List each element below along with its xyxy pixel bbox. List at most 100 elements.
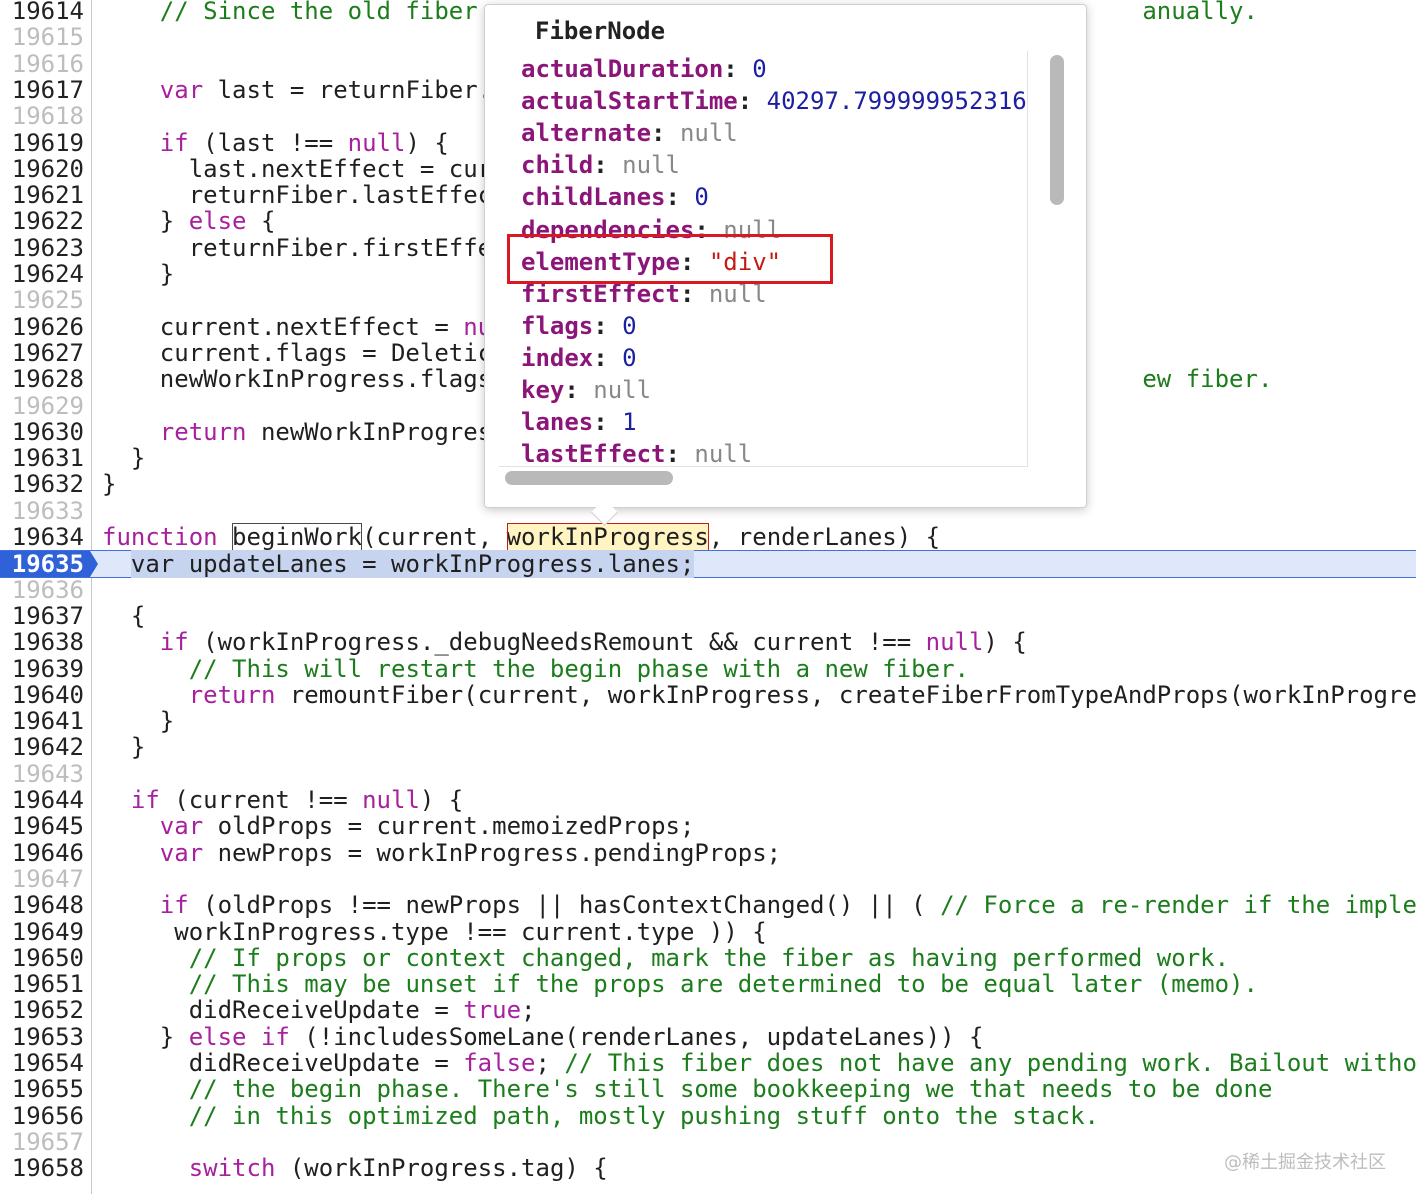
line-number[interactable]: 19631	[0, 445, 84, 471]
line-number[interactable]: 19641	[0, 708, 84, 734]
line-number[interactable]: 19638	[0, 629, 84, 655]
property-row[interactable]: actualStartTime: 40297.799999952316	[521, 87, 1027, 115]
line-number[interactable]: 19614	[0, 0, 84, 24]
line-number[interactable]: 19616	[0, 51, 84, 77]
line-number[interactable]: 19643	[0, 761, 84, 787]
code-text: }	[102, 734, 145, 760]
property-row[interactable]: lastEffect: null	[521, 440, 752, 467]
code-token: }	[102, 470, 117, 499]
property-row[interactable]: key: null	[521, 376, 651, 404]
line-number[interactable]: 19620	[0, 156, 84, 182]
line-number[interactable]: 19645	[0, 813, 84, 839]
code-text: current.nextEffect = nu	[102, 314, 492, 340]
line-number[interactable]: 19636	[0, 577, 84, 603]
line-number[interactable]: 19649	[0, 919, 84, 945]
line-number[interactable]: 19628	[0, 366, 84, 392]
line-number[interactable]: 19637	[0, 603, 84, 629]
line-number[interactable]: 19624	[0, 261, 84, 287]
code-line: 19638 if (workInProgress._debugNeedsRemo…	[0, 629, 1416, 655]
code-token: remountFiber(current, workInProgress, cr…	[275, 680, 1416, 709]
object-preview-popover[interactable]: FiberNode actualDuration: 0 actualStartTi…	[484, 4, 1087, 526]
line-number[interactable]: 19650	[0, 945, 84, 971]
property-value: 0	[622, 343, 637, 372]
line-number[interactable]: 19622	[0, 208, 84, 234]
comment-token: anually.	[1142, 0, 1258, 25]
line-number[interactable]: 19648	[0, 892, 84, 918]
line-number[interactable]: 19634	[0, 524, 84, 550]
code-text: } else if (!includesSomeLane(renderLanes…	[102, 1022, 984, 1051]
property-colon: :	[651, 119, 680, 148]
line-number[interactable]: 19652	[0, 997, 84, 1023]
code-text: return newWorkInProgres	[102, 419, 492, 445]
keyword-token: if	[130, 786, 160, 814]
line-number[interactable]: 19630	[0, 419, 84, 445]
line-number[interactable]: 19617	[0, 77, 84, 103]
line-number[interactable]: 19639	[0, 656, 84, 682]
code-line: 19655 // the begin phase. There's still …	[0, 1076, 1416, 1102]
line-number[interactable]: 19647	[0, 866, 84, 892]
code-token: ) {	[405, 128, 449, 157]
property-value: null	[622, 151, 680, 180]
code-line: 19656 // in this optimized path, mostly …	[0, 1103, 1416, 1129]
line-number[interactable]: 19655	[0, 1076, 84, 1102]
property-row[interactable]: actualDuration: 0	[521, 55, 767, 83]
property-row[interactable]: child: null	[521, 151, 680, 179]
line-number[interactable]: 19640	[0, 682, 84, 708]
line-number[interactable]: 19642	[0, 734, 84, 760]
line-number[interactable]: 19644	[0, 787, 84, 813]
code-text: returnFiber.firstEffe	[102, 235, 492, 261]
line-number[interactable]: 19633	[0, 498, 84, 524]
keyword-token: var	[159, 838, 204, 867]
vertical-scrollbar[interactable]	[1050, 55, 1064, 205]
line-number[interactable]: 19621	[0, 182, 84, 208]
property-key: actualDuration	[521, 55, 724, 83]
property-row[interactable]: childLanes: 0	[521, 183, 709, 211]
property-colon: :	[593, 151, 623, 180]
line-number[interactable]: 19657	[0, 1129, 84, 1155]
property-colon: :	[723, 55, 753, 83]
line-number[interactable]: 19635	[0, 551, 84, 577]
line-number[interactable]: 19627	[0, 340, 84, 366]
line-number[interactable]: 19623	[0, 235, 84, 261]
code-token: }	[102, 207, 189, 236]
code-text: var updateLanes = workInProgress.lanes;	[102, 550, 695, 579]
keyword-token: else if	[188, 1022, 290, 1051]
line-number[interactable]: 19625	[0, 287, 84, 313]
line-number[interactable]: 19656	[0, 1103, 84, 1129]
code-token: didReceiveUpdate =	[102, 996, 464, 1025]
hovered-variable-token[interactable]: workInProgress	[506, 523, 709, 551]
property-row[interactable]: index: 0	[521, 344, 637, 372]
line-number[interactable]: 19618	[0, 103, 84, 129]
horizontal-scrollbar[interactable]	[505, 471, 673, 485]
property-row[interactable]: lanes: 1	[521, 408, 637, 436]
code-line: 19650 // If props or context changed, ma…	[0, 945, 1416, 971]
line-number[interactable]: 19653	[0, 1024, 84, 1050]
property-key: lastEffect	[521, 440, 666, 467]
line-number[interactable]: 19658	[0, 1155, 84, 1181]
code-token: current.flags = Deletic	[102, 338, 493, 367]
property-row[interactable]: alternate: null	[521, 119, 738, 147]
keyword-token: null	[925, 628, 984, 657]
line-number[interactable]: 19615	[0, 24, 84, 50]
property-colon: :	[665, 183, 695, 212]
line-number[interactable]: 19629	[0, 393, 84, 419]
line-number[interactable]: 19626	[0, 314, 84, 340]
code-line: 19649 workInProgress.type !== current.ty…	[0, 919, 1416, 945]
code-token: last.nextEffect = cur	[102, 154, 493, 183]
property-key: index	[521, 343, 594, 372]
code-line: 19636	[0, 577, 1416, 603]
line-number[interactable]: 19632	[0, 471, 84, 497]
property-row[interactable]: flags: 0	[521, 312, 637, 340]
line-number[interactable]: 19646	[0, 840, 84, 866]
line-number[interactable]: 19654	[0, 1050, 84, 1076]
line-number[interactable]: 19619	[0, 130, 84, 156]
code-token: }	[102, 733, 146, 762]
code-token: newWorkInProgress.flags	[102, 365, 493, 394]
code-text: // the begin phase. There's still some b…	[102, 1075, 1273, 1103]
line-number[interactable]: 19651	[0, 971, 84, 997]
